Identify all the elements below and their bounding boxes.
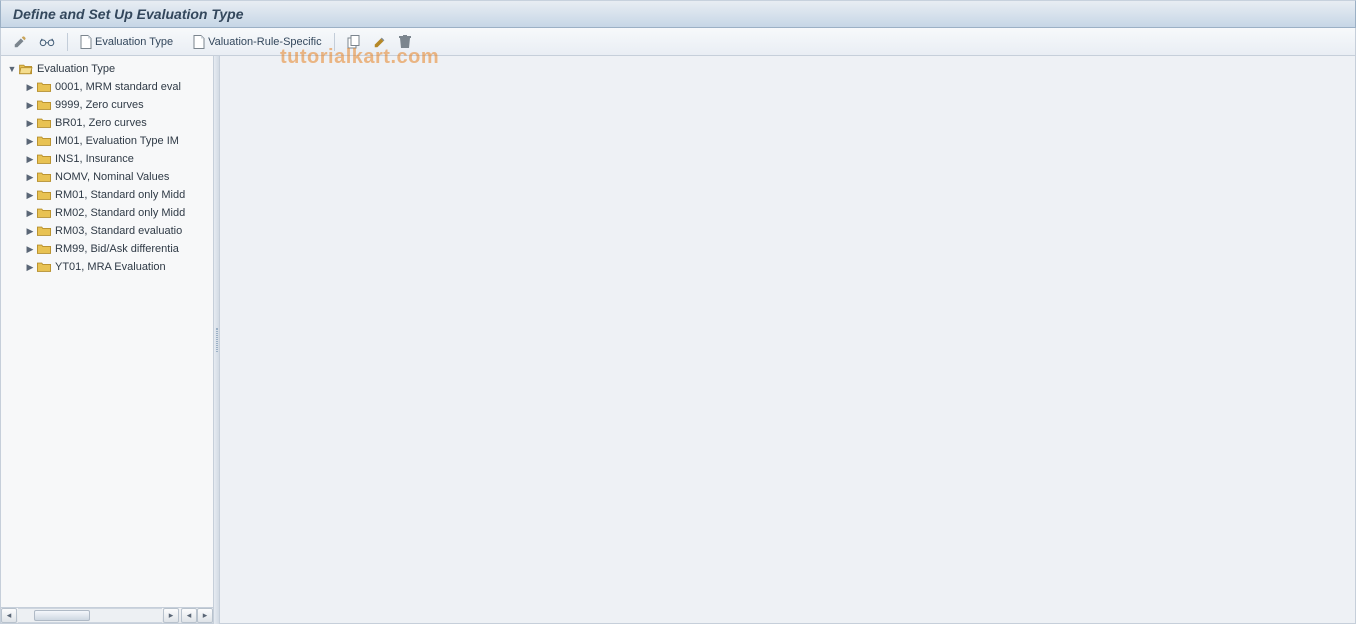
expand-icon[interactable]: ▶: [25, 172, 35, 182]
glasses-icon: [39, 35, 55, 49]
tree-item-label: RM01, Standard only Midd: [55, 189, 185, 201]
page-icon: [193, 35, 205, 49]
folder-icon: [37, 153, 51, 165]
scroll-track[interactable]: [18, 608, 162, 623]
delete-button[interactable]: [395, 32, 415, 52]
folder-icon: [37, 171, 51, 183]
tree-item-im01[interactable]: ▶ IM01, Evaluation Type IM: [1, 132, 213, 150]
tree-panel: ▼ Evaluation Type ▶ 0001, MRM standard e…: [0, 56, 214, 624]
expand-icon[interactable]: ▶: [25, 262, 35, 272]
tree-item-label: IM01, Evaluation Type IM: [55, 135, 179, 147]
scroll-thumb[interactable]: [34, 610, 90, 621]
toolbar-separator: [334, 33, 335, 51]
pencil2-icon: [373, 35, 387, 49]
tree-item-label: 9999, Zero curves: [55, 99, 144, 111]
folder-icon: [37, 135, 51, 147]
expand-icon[interactable]: ▶: [25, 82, 35, 92]
change-button[interactable]: [369, 32, 391, 52]
expand-icon[interactable]: ▶: [25, 190, 35, 200]
tree-item-rm03[interactable]: ▶ RM03, Standard evaluatio: [1, 222, 213, 240]
tree-item-yt01[interactable]: ▶ YT01, MRA Evaluation: [1, 258, 213, 276]
expand-icon[interactable]: ▶: [25, 226, 35, 236]
tree-item-ins1[interactable]: ▶ INS1, Insurance: [1, 150, 213, 168]
page-icon: [80, 35, 92, 49]
create-evaluation-type-label: Evaluation Type: [95, 36, 173, 48]
tree-item-rm99[interactable]: ▶ RM99, Bid/Ask differentia: [1, 240, 213, 258]
title-bar: Define and Set Up Evaluation Type: [0, 0, 1356, 28]
folder-icon: [37, 99, 51, 111]
expand-icon[interactable]: ▶: [25, 100, 35, 110]
scroll-left2-button[interactable]: ◂: [181, 608, 197, 623]
create-valuation-rule-button[interactable]: Valuation-Rule-Specific: [189, 32, 326, 52]
main-area: [220, 56, 1356, 624]
expand-icon[interactable]: ▶: [25, 136, 35, 146]
folder-icon: [37, 225, 51, 237]
create-valuation-rule-label: Valuation-Rule-Specific: [208, 36, 322, 48]
app-toolbar: Evaluation Type Valuation-Rule-Specific: [0, 28, 1356, 56]
tree-item-rm01[interactable]: ▶ RM01, Standard only Midd: [1, 186, 213, 204]
expand-icon[interactable]: ▶: [25, 244, 35, 254]
tree-item-label: RM03, Standard evaluatio: [55, 225, 182, 237]
trash-icon: [399, 35, 411, 49]
tree-root-label: Evaluation Type: [37, 63, 115, 75]
content-area: ▼ Evaluation Type ▶ 0001, MRM standard e…: [0, 56, 1356, 624]
folder-icon: [37, 189, 51, 201]
folder-open-icon: [19, 63, 33, 75]
tree-item-label: RM02, Standard only Midd: [55, 207, 185, 219]
toolbar-separator: [67, 33, 68, 51]
scroll-left-button[interactable]: ◂: [1, 608, 17, 623]
tree-item-label: INS1, Insurance: [55, 153, 134, 165]
tree-item-br01[interactable]: ▶ BR01, Zero curves: [1, 114, 213, 132]
folder-icon: [37, 207, 51, 219]
scroll-right2-button[interactable]: ▸: [197, 608, 213, 623]
tree-root[interactable]: ▼ Evaluation Type: [1, 60, 213, 78]
tree-item-label: BR01, Zero curves: [55, 117, 147, 129]
pencil-icon: [13, 35, 27, 49]
tree-item-label: 0001, MRM standard eval: [55, 81, 181, 93]
glasses-button[interactable]: [35, 32, 59, 52]
folder-icon: [37, 261, 51, 273]
expand-icon[interactable]: ▶: [25, 208, 35, 218]
collapse-icon[interactable]: ▼: [7, 64, 17, 74]
expand-icon[interactable]: ▶: [25, 118, 35, 128]
folder-icon: [37, 117, 51, 129]
scroll-right-button[interactable]: ▸: [163, 608, 179, 623]
copy-button[interactable]: [343, 32, 365, 52]
tree-item-label: NOMV, Nominal Values: [55, 171, 169, 183]
tree-item-label: YT01, MRA Evaluation: [55, 261, 166, 273]
folder-icon: [37, 243, 51, 255]
edit-button[interactable]: [9, 32, 31, 52]
tree-scroll[interactable]: ▼ Evaluation Type ▶ 0001, MRM standard e…: [1, 56, 213, 607]
create-evaluation-type-button[interactable]: Evaluation Type: [76, 32, 177, 52]
splitter-grip-icon: [216, 328, 218, 352]
tree-item-label: RM99, Bid/Ask differentia: [55, 243, 179, 255]
expand-icon[interactable]: ▶: [25, 154, 35, 164]
tree-item-rm02[interactable]: ▶ RM02, Standard only Midd: [1, 204, 213, 222]
tree-item-9999[interactable]: ▶ 9999, Zero curves: [1, 96, 213, 114]
copy-icon: [347, 35, 361, 49]
folder-icon: [37, 81, 51, 93]
page-title: Define and Set Up Evaluation Type: [13, 6, 244, 22]
tree-item-0001[interactable]: ▶ 0001, MRM standard eval: [1, 78, 213, 96]
tree-hscrollbar[interactable]: ◂ ▸ ◂ ▸: [1, 607, 213, 623]
tree-item-nomv[interactable]: ▶ NOMV, Nominal Values: [1, 168, 213, 186]
